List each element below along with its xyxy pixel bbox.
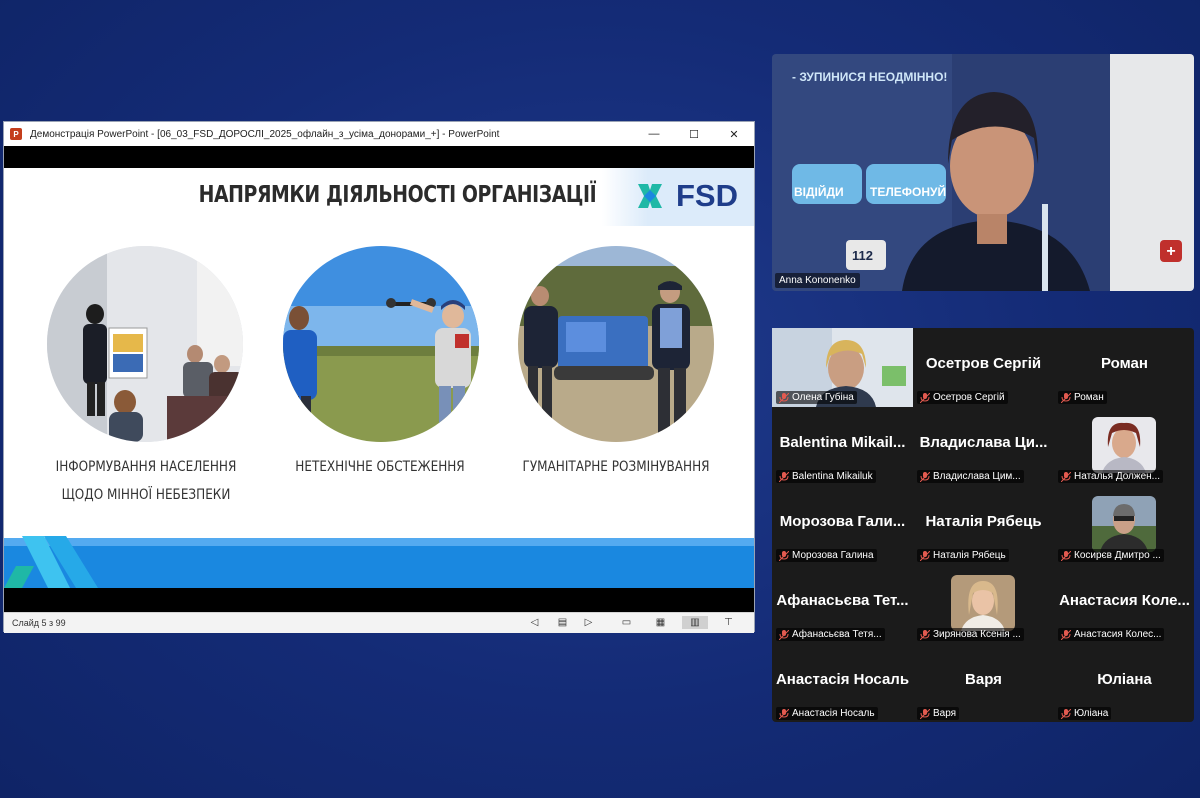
slide-footer-highlight [4, 538, 754, 546]
minimize-button[interactable]: — [634, 122, 674, 146]
participant-tile[interactable]: Наталья Должен... [1054, 407, 1195, 486]
participant-tile[interactable]: Роман Роман [1054, 328, 1195, 407]
participant-display-name: Осетров Сергій [925, 355, 1042, 372]
letterbox-top [4, 146, 754, 168]
status-bar: Слайд 5 з 99 ◁ ▤ ▷ ▭ ▦ ▥ ⊤ [4, 612, 754, 633]
muted-mic-icon [779, 393, 789, 403]
muted-mic-icon [920, 709, 930, 719]
next-slide-icon[interactable]: ▷ [582, 616, 595, 629]
previous-slide-icon[interactable]: ◁ [528, 616, 541, 629]
reading-view-icon[interactable]: ▥ [682, 616, 708, 629]
muted-mic-icon [1061, 551, 1071, 561]
participant-name: Юліана [1058, 707, 1112, 720]
muted-mic-icon [1061, 630, 1071, 640]
participant-name: Анастасія Носаль [776, 707, 878, 720]
participant-tile[interactable]: Юліана Юліана [1054, 644, 1195, 723]
participant-tile[interactable]: Афанасьєва Тет... Афанасьєва Тетя... [772, 565, 913, 644]
participant-avatar [1092, 496, 1156, 552]
muted-mic-icon [779, 551, 789, 561]
participant-tile[interactable]: Олена Губіна [772, 328, 913, 407]
photo-non-technical-survey [283, 246, 479, 442]
participant-display-name: Balentina Mikail... [779, 434, 906, 451]
window-titlebar[interactable]: P Демонстрація PowerPoint - [06_03_FSD_Д… [4, 122, 754, 146]
participant-display-name: Морозова Гали... [779, 513, 906, 530]
muted-mic-icon [920, 393, 930, 403]
caption-non-technical-survey: НЕТЕХНІЧНЕ ОБСТЕЖЕННЯ [295, 459, 465, 475]
participant-tile[interactable]: Balentina Mikail... Balentina Mikailuk [772, 407, 913, 486]
participant-tile[interactable]: Анастасія Носаль Анастасія Носаль [772, 644, 913, 723]
background-number: 112 [852, 248, 873, 263]
caption-humanitarian-demining: ГУМАНІТАРНЕ РОЗМІНУВАННЯ [522, 459, 710, 475]
participant-tile[interactable]: Варя Варя [913, 644, 1054, 723]
muted-mic-icon [1061, 393, 1071, 403]
participant-name: Balentina Mikailuk [776, 470, 876, 483]
participant-avatar [951, 575, 1015, 631]
participant-gallery: Олена Губіна Осетров Сергій Осетров Серг… [772, 328, 1194, 722]
speaker-name-tag: Anna Kononenko [775, 273, 860, 288]
participant-name: Морозова Галина [776, 549, 877, 562]
slideshow-view-icon[interactable]: ⊤ [722, 616, 735, 629]
muted-mic-icon [920, 472, 930, 482]
muted-mic-icon [779, 630, 789, 640]
participant-display-name: Владислава Ци... [919, 434, 1048, 451]
window-title: Демонстрація PowerPoint - [06_03_FSD_ДОР… [30, 128, 500, 140]
maximize-button[interactable]: ☐ [674, 122, 714, 146]
slide-counter: Слайд 5 з 99 [12, 618, 66, 628]
muted-mic-icon [920, 630, 930, 640]
muted-mic-icon [779, 709, 789, 719]
participant-display-name: Анастасія Носаль [775, 671, 910, 688]
participant-name: Осетров Сергій [917, 391, 1008, 404]
participant-display-name: Анастасия Коле... [1059, 592, 1190, 609]
participant-tile[interactable]: Зирянова Ксенія ... [913, 565, 1054, 644]
participant-display-name: Варя [965, 671, 1002, 688]
participant-name: Роман [1058, 391, 1107, 404]
participant-display-name: Роман [1101, 355, 1148, 372]
participant-name: Афанасьєва Тетя... [776, 628, 885, 641]
participant-name: Зирянова Ксенія ... [917, 628, 1024, 641]
fsd-logo-icon [638, 184, 662, 208]
normal-view-icon[interactable]: ▭ [620, 616, 633, 629]
muted-mic-icon [1061, 472, 1071, 482]
participant-tile[interactable]: Владислава Ци... Владислава Цим... [913, 407, 1054, 486]
participant-name: Варя [917, 707, 960, 720]
speaker-video[interactable]: + - ЗУПИНИСЯ НЕОДМІННО! ВІДІЙДИ ТЕЛЕФОНУ… [772, 54, 1194, 291]
muted-mic-icon [779, 472, 789, 482]
banner-text: - ЗУПИНИСЯ НЕОДМІННО! [792, 70, 948, 84]
letterbox-bottom [4, 588, 754, 612]
muted-mic-icon [1061, 709, 1071, 719]
fsd-logo-text: FSD [676, 178, 738, 213]
participant-tile[interactable]: Наталія Рябець Наталія Рябець [913, 486, 1054, 565]
participant-name: Владислава Цим... [917, 470, 1024, 483]
participant-name: Олена Губіна [776, 391, 857, 404]
participant-display-name: Юліана [1097, 671, 1152, 688]
photo-mine-risk-education [47, 246, 243, 442]
participant-display-name: Наталія Рябець [925, 513, 1042, 530]
muted-mic-icon [920, 551, 930, 561]
participant-name: Наталья Должен... [1058, 470, 1164, 483]
participant-tile[interactable]: Косирєв Дмитро ... [1054, 486, 1195, 565]
photo-humanitarian-demining [518, 246, 714, 442]
presentation-slide[interactable]: НАПРЯМКИ ДІЯЛЬНОСТІ ОРГАНІЗАЦІЇ FSD ІНФО… [4, 168, 754, 588]
participant-tile[interactable]: Морозова Гали... Морозова Галина [772, 486, 913, 565]
slide-title: НАПРЯМКИ ДІЯЛЬНОСТІ ОРГАНІЗАЦІЇ [198, 182, 597, 208]
powerpoint-app-icon: P [10, 128, 22, 140]
participant-tile[interactable]: Осетров Сергій Осетров Сергій [913, 328, 1054, 407]
background-label-2: ТЕЛЕФОНУЙ [870, 185, 947, 199]
slide-menu-icon[interactable]: ▤ [556, 616, 569, 629]
participant-tile[interactable]: Анастасия Коле... Анастасия Колес... [1054, 565, 1195, 644]
powerpoint-window: P Демонстрація PowerPoint - [06_03_FSD_Д… [3, 121, 755, 633]
participant-display-name: Афанасьєва Тет... [776, 592, 909, 609]
participant-name: Наталія Рябець [917, 549, 1009, 562]
footer-chevron-logo-icon [4, 536, 98, 588]
background-label-1: ВІДІЙДИ [794, 185, 844, 199]
slide-sorter-icon[interactable]: ▦ [654, 616, 667, 629]
close-button[interactable]: ✕ [714, 122, 754, 146]
participant-name: Анастасия Колес... [1058, 628, 1165, 641]
svg-text:+: + [1166, 243, 1175, 260]
participant-name: Косирєв Дмитро ... [1058, 549, 1164, 562]
caption-mine-risk-education: ІНФОРМУВАННЯ НАСЕЛЕННЯ ЩОДО МІННОЇ НЕБЕЗП… [55, 459, 237, 503]
participant-avatar [1092, 417, 1156, 473]
